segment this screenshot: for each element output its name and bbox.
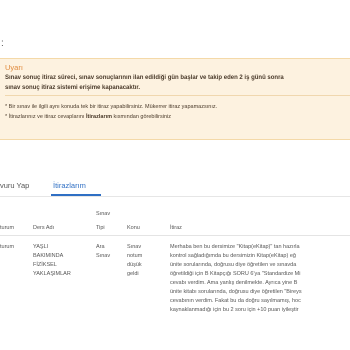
cell-konu: Sınav notum düşük geldi xyxy=(127,244,143,277)
alert-note: * Bir sınav ile ilgili aynı konuda tek b… xyxy=(5,104,218,110)
col-header-durum: turum xyxy=(0,225,15,231)
alert-line: Sınav sonuç itiraz süreci, sınav sonuçla… xyxy=(5,75,284,81)
alert-note: * İtirazlarınız ve itiraz cevaplarını İt… xyxy=(5,114,171,120)
alert-title: Uyarı xyxy=(5,63,23,72)
warning-alert: Uyarı Sınav sonuç itiraz süreci, sınav s… xyxy=(0,58,350,140)
active-tab-indicator xyxy=(51,194,101,196)
cell-sinav-tipi: Ara Sınav xyxy=(96,244,111,259)
cell-itiraz: Merhaba ben bu dersimize "Kitap(eKitap)"… xyxy=(170,244,302,313)
tab-itirazlarim[interactable]: İtirazlarım xyxy=(53,181,86,190)
alert-notes: * Bir sınav ile ilgili aynı konuda tek b… xyxy=(5,102,217,122)
cell-ders-adi: YAŞLI BAKIMINDA FİZİKSEL YAKLAŞIMLAR xyxy=(33,244,71,277)
cell-durum: turum xyxy=(0,244,15,250)
col-header-konu: Konu xyxy=(127,225,140,231)
alert-message: Sınav sonuç itiraz süreci, sınav sonuçla… xyxy=(5,74,284,93)
table-header-divider xyxy=(0,235,350,236)
itirazlarim-link-text: İtirazlarım xyxy=(86,114,112,120)
col-header-ders-adi: Ders Adı xyxy=(33,225,55,231)
tab-bar: vuru Yap İtirazlarım xyxy=(0,176,350,197)
alert-line: sınav sonuç itiraz sistemi erişime kapan… xyxy=(5,84,141,91)
page-fragment: : xyxy=(1,38,4,49)
alert-divider xyxy=(5,95,350,96)
col-header-itiraz: İtiraz xyxy=(170,225,182,231)
tab-itiraz-yap[interactable]: vuru Yap xyxy=(0,181,29,190)
col-header-sinav-tipi: Sınav Tipi xyxy=(96,211,111,231)
